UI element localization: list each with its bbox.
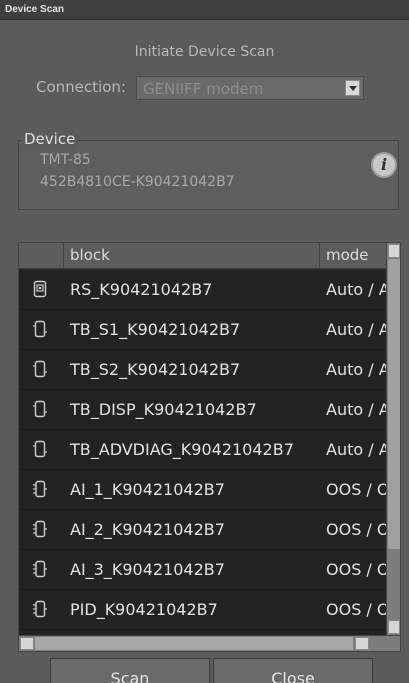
scroll-down-icon[interactable] [388,620,400,634]
row-block-name: TB_S1_K90421042B7 [70,320,241,339]
table-row[interactable]: TB_S2_K90421042B7 Auto / Auto [19,350,386,390]
scan-button[interactable]: Scan [50,658,210,683]
table-row[interactable]: TB_DISP_K90421042B7 Auto / Auto [19,390,386,430]
table-row[interactable]: RS_K90421042B7 Auto / Auto [19,270,386,310]
block-table: block mode RS_K90421042B7Auto / AutoTB_S… [18,242,401,652]
row-mode: OOS / OOS [326,480,386,499]
transducer-block-icon [33,440,47,458]
connection-select[interactable]: GENIIFF modem [136,76,364,100]
horizontal-scrollbar[interactable] [19,635,400,651]
row-mode: Auto / Auto [326,280,386,299]
function-block-icon [33,560,47,578]
row-block-name: TB_S2_K90421042B7 [70,360,241,379]
table-header: block mode [19,243,386,269]
connection-label: Connection: [36,78,126,96]
row-mode: OOS / OOS [326,520,386,539]
window-title: Device Scan [0,0,409,20]
row-block-name: AI_3_K90421042B7 [70,560,225,579]
table-row[interactable]: AI_3_K90421042B7 OOS / OOS [19,550,386,590]
transducer-block-icon [33,320,47,338]
scroll-left-icon[interactable] [20,637,34,650]
dialog-subtitle: Initiate Device Scan [134,44,275,60]
table-row[interactable]: AI_2_K90421042B7 OOS / OOS [19,510,386,550]
scroll-right-icon[interactable] [355,637,369,650]
transducer-block-icon [33,360,47,378]
function-block-icon [33,480,47,498]
device-legend: Device [22,130,78,148]
close-button[interactable]: Close [213,658,373,683]
row-mode: Auto / Auto [326,360,386,379]
device-id: 452B4810CE-K90421042B7 [40,174,235,190]
function-block-icon [33,600,47,618]
row-block-name: PID_K90421042B7 [70,600,218,619]
row-block-name: RS_K90421042B7 [70,280,213,299]
row-mode: Auto / Auto [326,440,386,459]
row-mode: Auto / Auto [326,400,386,419]
column-header-block[interactable]: block [70,246,110,264]
connection-value: GENIIFF modem [143,80,264,98]
transducer-block-icon [33,400,47,418]
info-icon[interactable]: i [371,152,397,178]
row-block-name: AI_1_K90421042B7 [70,480,225,499]
chevron-down-icon[interactable] [345,80,360,96]
function-block-icon [33,520,47,538]
scroll-up-icon[interactable] [388,244,400,258]
table-body: RS_K90421042B7Auto / AutoTB_S1_K90421042… [19,270,386,635]
column-separator [319,243,320,269]
row-block-name: TB_ADVDIAG_K90421042B7 [70,440,294,459]
resource-block-icon [33,280,47,298]
device-scan-dialog: Initiate Device Scan Connection: GENIIFF… [0,20,409,683]
row-block-name: AI_2_K90421042B7 [70,520,225,539]
row-mode: Auto / Auto [326,320,386,339]
row-mode: OOS / OOS [326,600,386,619]
device-model: TMT-85 [40,152,91,168]
table-row[interactable]: PID_K90421042B7 OOS / OOS [19,590,386,630]
table-row[interactable]: TB_ADVDIAG_K90421042B7 Auto / Auto [19,430,386,470]
scroll-thumb[interactable] [388,259,400,549]
row-block-name: TB_DISP_K90421042B7 [70,400,257,419]
table-row[interactable]: AI_1_K90421042B7 OOS / OOS [19,470,386,510]
vertical-scrollbar[interactable] [386,243,400,635]
column-separator [63,243,64,269]
column-header-mode[interactable]: mode [326,246,369,264]
row-mode: OOS / OOS [326,560,386,579]
table-row[interactable]: TB_S1_K90421042B7 Auto / Auto [19,310,386,350]
scroll-thumb-horizontal[interactable] [35,637,353,650]
